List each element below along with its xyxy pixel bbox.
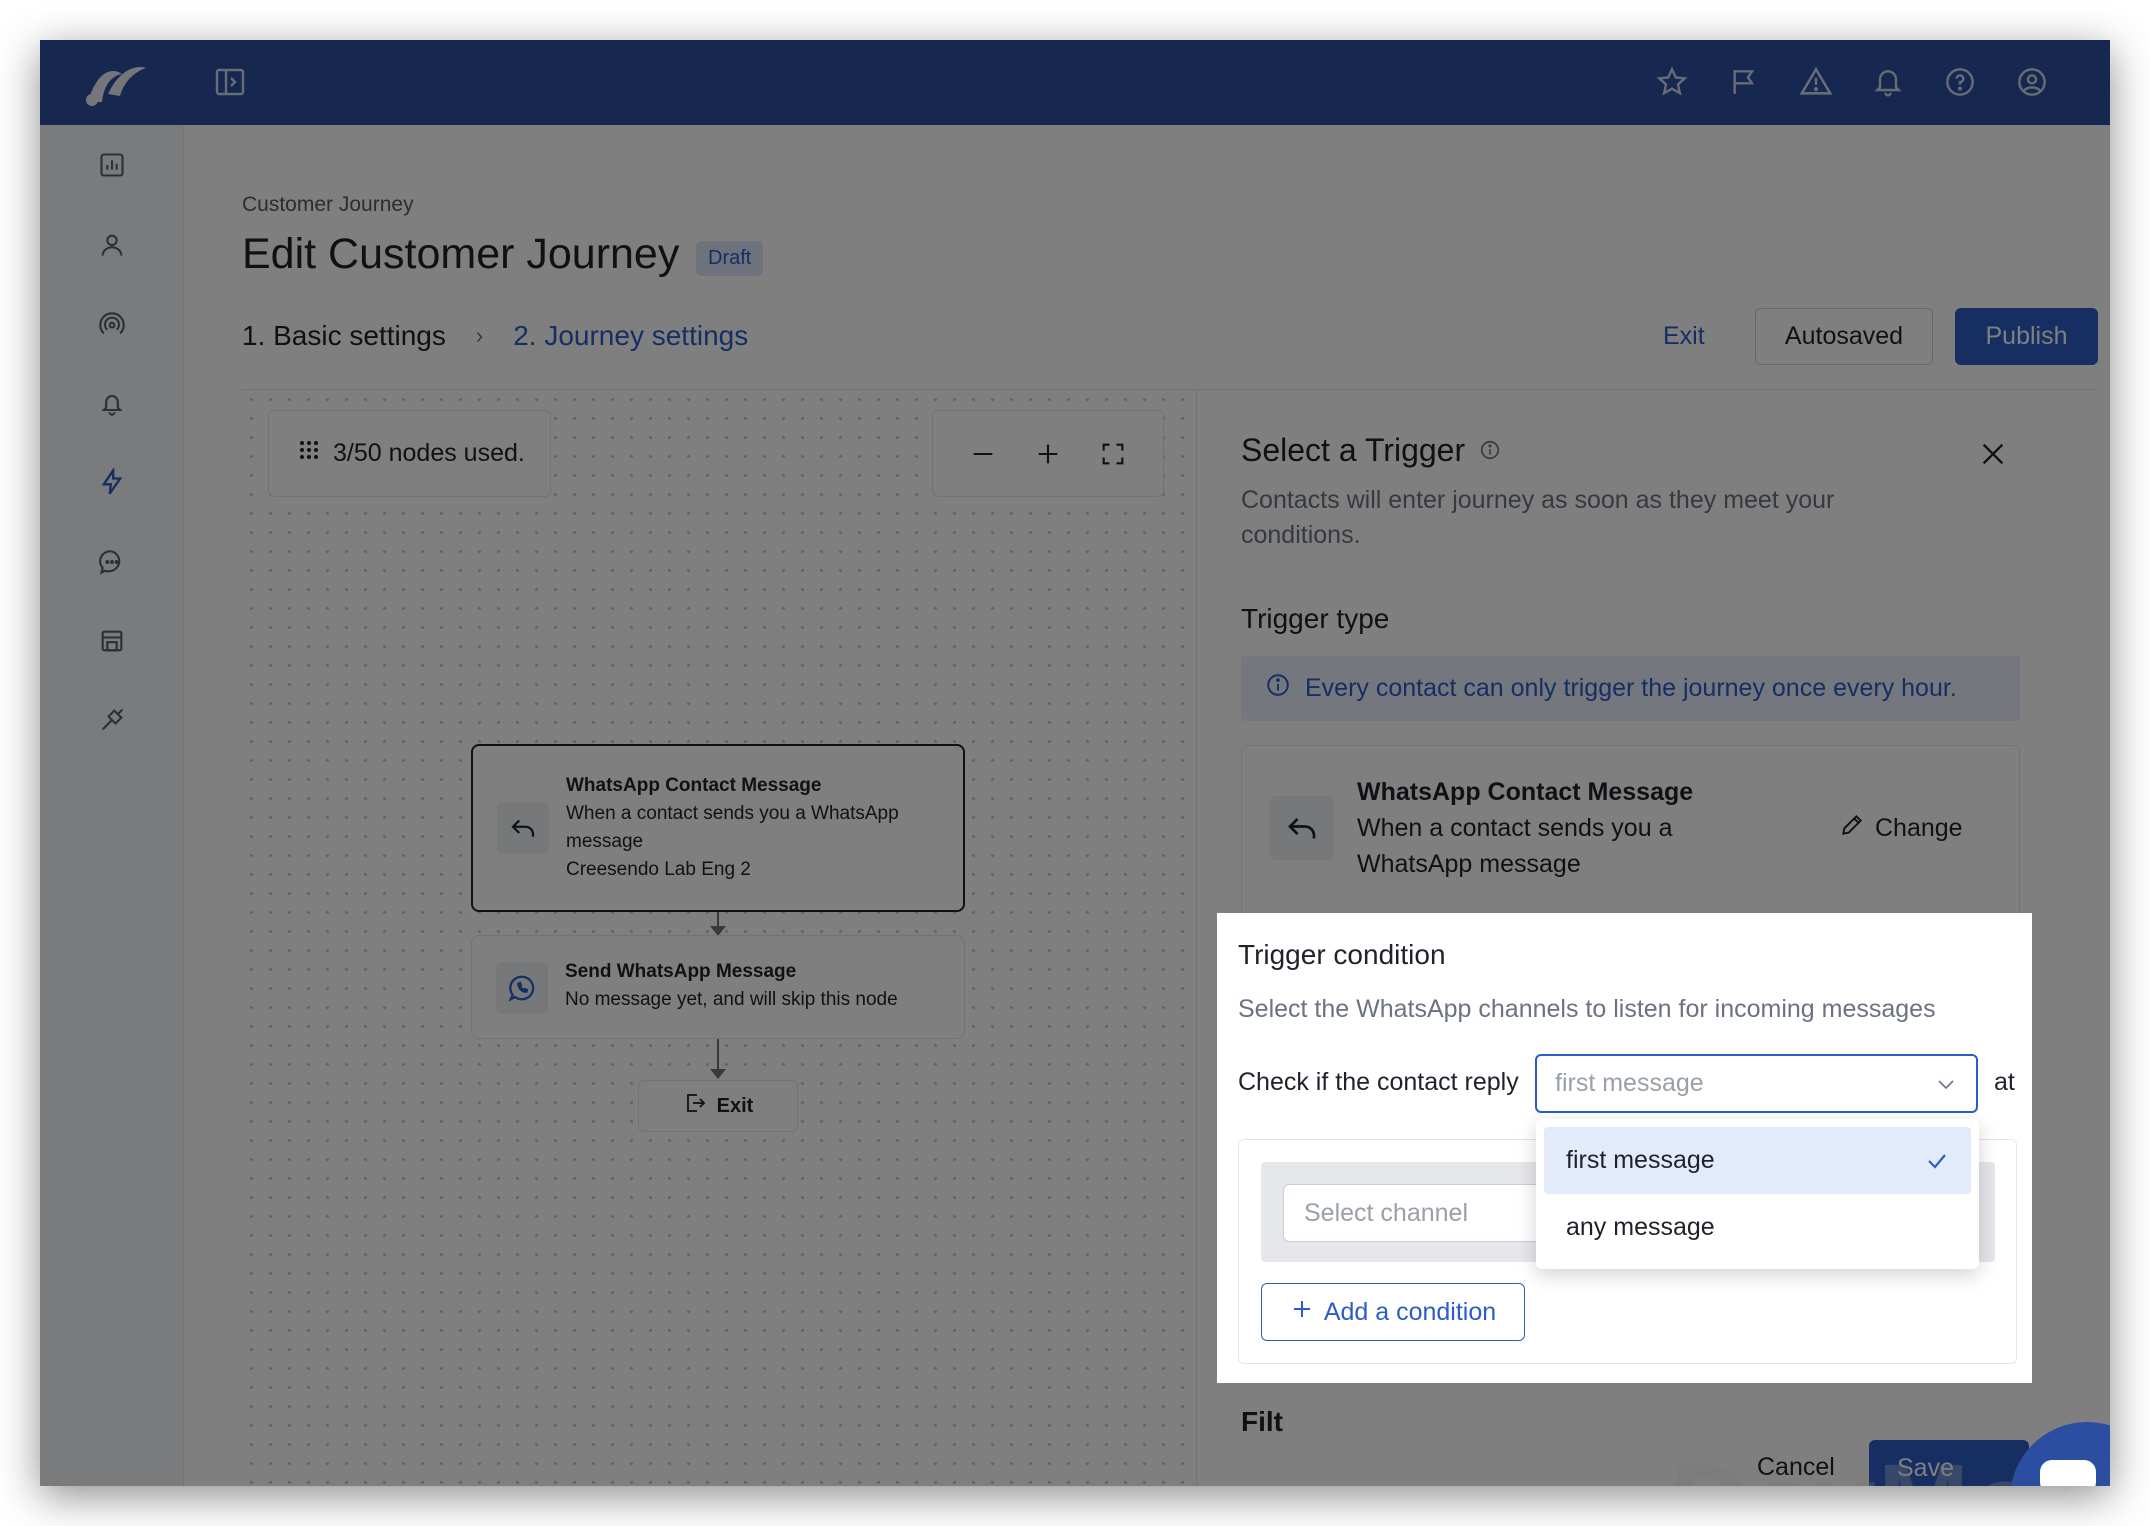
dropdown-option-first-message[interactable]: first message bbox=[1544, 1127, 1971, 1194]
reply-select-value: first message bbox=[1555, 1069, 1704, 1097]
add-condition-button[interactable]: Add a condition bbox=[1261, 1283, 1525, 1341]
reply-select[interactable]: first message bbox=[1535, 1054, 1978, 1113]
plus-icon bbox=[1290, 1297, 1314, 1328]
reply-dropdown-menu: first message any message bbox=[1536, 1119, 1979, 1269]
at-label: at bbox=[1994, 1068, 2015, 1096]
dropdown-option-any-message[interactable]: any message bbox=[1544, 1194, 1971, 1261]
option-label: any message bbox=[1566, 1213, 1715, 1241]
option-label: first message bbox=[1566, 1146, 1715, 1174]
chevron-down-icon bbox=[1934, 1072, 1958, 1103]
check-icon bbox=[1925, 1149, 1949, 1180]
app-window: Customer Journey Edit Customer Journey D… bbox=[40, 40, 2110, 1486]
chat-bubble-icon bbox=[2040, 1460, 2096, 1486]
trigger-condition-heading: Trigger condition bbox=[1238, 939, 1446, 970]
add-condition-label: Add a condition bbox=[1323, 1297, 1497, 1326]
trigger-condition-subtitle: Select the WhatsApp channels to listen f… bbox=[1238, 995, 1936, 1023]
reply-label: Check if the contact reply bbox=[1238, 1068, 1519, 1096]
